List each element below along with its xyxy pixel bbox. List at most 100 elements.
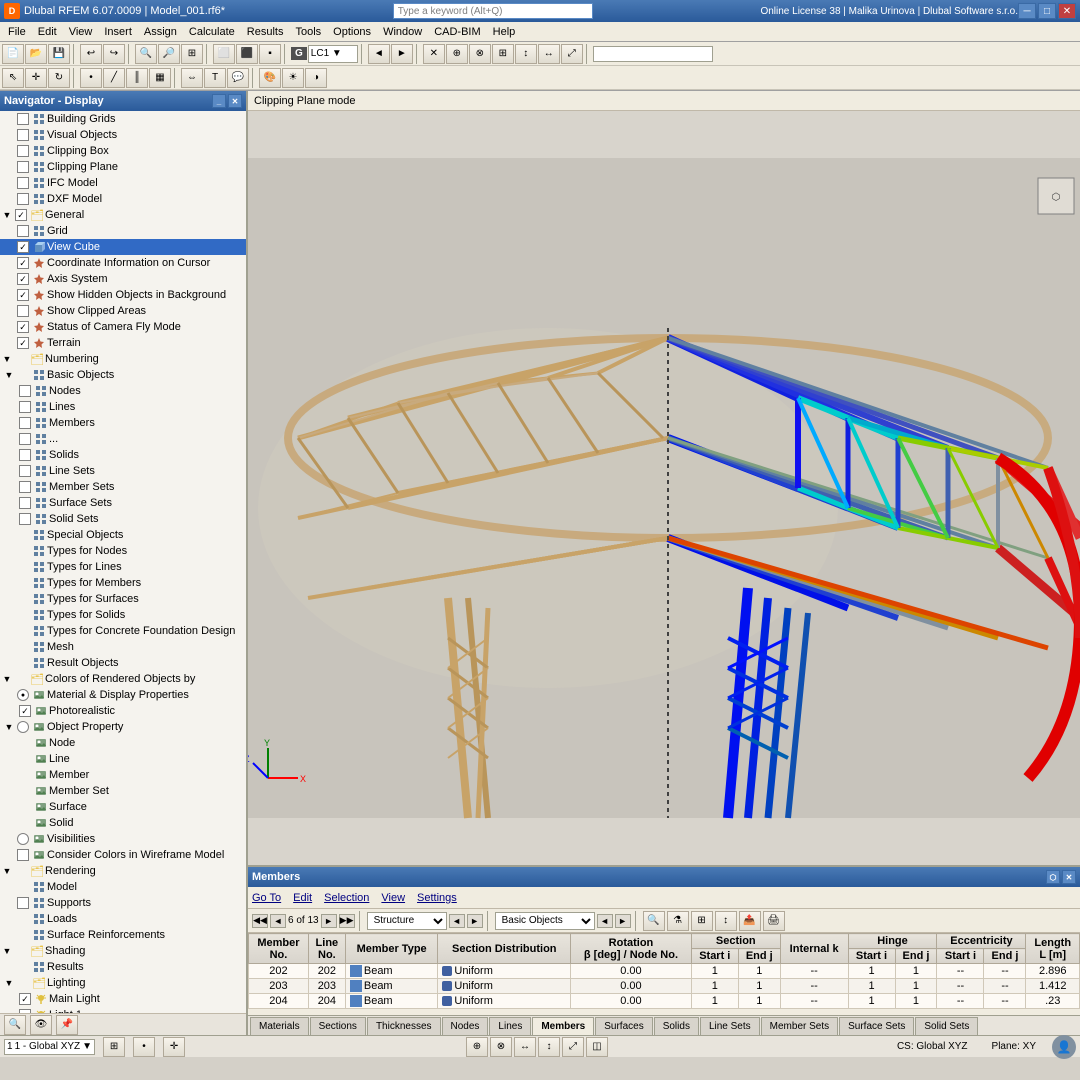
table-row[interactable]: 203203BeamUniform0.0011--11----1.412 — [249, 979, 1080, 994]
tree-item-consider-colors[interactable]: Consider Colors in Wireframe Model — [0, 847, 246, 863]
menu-item-help[interactable]: Help — [487, 25, 522, 39]
tree-item-loads[interactable]: Loads — [0, 911, 246, 927]
status-icon6[interactable]: ◫ — [586, 1037, 608, 1057]
new-button[interactable]: 📄 — [2, 44, 24, 64]
checkbox-supports[interactable] — [16, 896, 30, 910]
tree-item-surface-reinforcements[interactable]: Surface Reinforcements — [0, 927, 246, 943]
toolbar-search[interactable] — [593, 46, 713, 62]
panel-float-button[interactable]: ⬡ — [1046, 870, 1060, 884]
prev-lc-button[interactable]: ◄ — [368, 44, 390, 64]
tree-item-node[interactable]: Node — [0, 735, 246, 751]
fit-button[interactable]: ⊞ — [181, 44, 203, 64]
nav-eye-icon[interactable]: 👁 — [30, 1015, 52, 1035]
redo-button[interactable]: ↪ — [103, 44, 125, 64]
tree-toggle-colors-rendered[interactable]: ▼ — [1, 671, 13, 687]
checkbox-dxf-model[interactable] — [16, 192, 30, 206]
tab-surface-sets[interactable]: Surface Sets — [839, 1017, 914, 1035]
text-button[interactable]: T — [204, 68, 226, 88]
status-icon3[interactable]: ↔ — [514, 1037, 536, 1057]
checkbox-photorealistic[interactable] — [18, 704, 32, 718]
move-button[interactable]: ✛ — [25, 68, 47, 88]
tree-item-line-sets[interactable]: Line Sets — [0, 463, 246, 479]
btn-x4[interactable]: ⊞ — [492, 44, 514, 64]
tree-item-shading[interactable]: ▼🗂Shading — [0, 943, 246, 959]
minimize-button[interactable]: ─ — [1018, 3, 1036, 19]
tree-item-member-set[interactable]: Member Set — [0, 783, 246, 799]
obj-next-button[interactable]: ► — [615, 914, 631, 928]
surface-button[interactable]: ▦ — [149, 68, 171, 88]
tree-item-photorealistic[interactable]: Photorealistic — [0, 703, 246, 719]
tree-item-special-objects[interactable]: Special Objects — [0, 527, 246, 543]
nav-minimize-button[interactable]: _ — [212, 94, 226, 108]
tree-item-mesh[interactable]: Mesh — [0, 639, 246, 655]
checkbox-visual-objects[interactable] — [16, 128, 30, 142]
table-container[interactable]: MemberNo. LineNo. Member Type Section Di… — [248, 933, 1080, 1015]
menu-item-assign[interactable]: Assign — [138, 25, 183, 39]
checkbox-ifc-model[interactable] — [16, 176, 30, 190]
tree-item-solids[interactable]: Solids — [0, 447, 246, 463]
menu-item-tools[interactable]: Tools — [289, 25, 327, 39]
status-btn1[interactable]: ⊞ — [103, 1037, 125, 1057]
checkbox-visibilities[interactable] — [16, 832, 30, 846]
tree-toggle-numbering[interactable]: ▼ — [1, 351, 13, 367]
tree-item-grid[interactable]: Grid — [0, 223, 246, 239]
table-row[interactable]: 204204BeamUniform0.0011--11----.23 — [249, 994, 1080, 1009]
checkbox-member-sets[interactable] — [18, 480, 32, 494]
tree-toggle-basic-objects[interactable]: ▼ — [3, 367, 15, 383]
table-search-icon[interactable]: 🔍 — [643, 911, 665, 931]
tab-member-sets[interactable]: Member Sets — [761, 1017, 838, 1035]
tree-item-visual-objects[interactable]: Visual Objects — [0, 127, 246, 143]
table-export-icon[interactable]: 📤 — [739, 911, 761, 931]
view-side-button[interactable]: ▪ — [259, 44, 281, 64]
tree-item-clipping-box[interactable]: Clipping Box — [0, 143, 246, 159]
tree-item-main-light[interactable]: Main Light — [0, 991, 246, 1007]
tree-item-member-prop[interactable]: Member — [0, 767, 246, 783]
view-front-button[interactable]: ⬛ — [236, 44, 258, 64]
tree-toggle-general[interactable]: ▼ — [1, 207, 13, 223]
tab-lines[interactable]: Lines — [489, 1017, 531, 1035]
menu-item-results[interactable]: Results — [241, 25, 290, 39]
tree-toggle-rendering[interactable]: ▼ — [1, 863, 13, 879]
checkbox-clipping-plane[interactable] — [16, 160, 30, 174]
tree-item-surface-sets[interactable]: Surface Sets — [0, 495, 246, 511]
tree-item-line-prop[interactable]: Line — [0, 751, 246, 767]
tree-item-building-grids[interactable]: Building Grids — [0, 111, 246, 127]
maximize-button[interactable]: □ — [1038, 3, 1056, 19]
tree-item-coord-info[interactable]: Coordinate Information on Cursor — [0, 255, 246, 271]
tree-item-member-sets[interactable]: Member Sets — [0, 479, 246, 495]
tree-item-object-property[interactable]: ▼Object Property — [0, 719, 246, 735]
lc-dropdown[interactable]: LC1 ▼ — [308, 45, 358, 63]
checkbox-lines[interactable] — [18, 400, 32, 414]
checkbox-general[interactable] — [14, 208, 28, 222]
tree-item-types-concrete[interactable]: Types for Concrete Foundation Design — [0, 623, 246, 639]
checkbox-camera-fly[interactable] — [16, 320, 30, 334]
prev-page-button[interactable]: ◄ — [270, 914, 286, 928]
tree-item-types-lines[interactable]: Types for Lines — [0, 559, 246, 575]
render-button[interactable]: 🎨 — [259, 68, 281, 88]
tab-solid-sets[interactable]: Solid Sets — [915, 1017, 978, 1035]
menu-item-insert[interactable]: Insert — [98, 25, 138, 39]
menu-item-options[interactable]: Options — [327, 25, 377, 39]
tree-item-general[interactable]: ▼🗂General — [0, 207, 246, 223]
tree-toggle-lighting[interactable]: ▼ — [3, 975, 15, 991]
tree-item-solid-prop[interactable]: Solid — [0, 815, 246, 831]
open-button[interactable]: 📂 — [25, 44, 47, 64]
next-lc-button[interactable]: ► — [391, 44, 413, 64]
checkbox-show-clipped[interactable] — [16, 304, 30, 318]
checkbox-terrain[interactable] — [16, 336, 30, 350]
filter-prev-button[interactable]: ◄ — [449, 914, 465, 928]
checkbox-consider-colors[interactable] — [16, 848, 30, 862]
table-sort-icon[interactable]: ↕ — [715, 911, 737, 931]
checkbox-item021[interactable] — [18, 432, 32, 446]
tab-materials[interactable]: Materials — [250, 1017, 309, 1035]
object-type-dropdown[interactable]: Basic Objects — [495, 912, 595, 930]
tab-surfaces[interactable]: Surfaces — [595, 1017, 652, 1035]
status-btn3[interactable]: ✛ — [163, 1037, 185, 1057]
tree-item-visibilities[interactable]: Visibilities — [0, 831, 246, 847]
menu-item-cad-bim[interactable]: CAD-BIM — [428, 25, 486, 39]
checkbox-material-display[interactable] — [16, 688, 30, 702]
btn-x1[interactable]: ✕ — [423, 44, 445, 64]
member-button[interactable]: ║ — [126, 68, 148, 88]
checkbox-view-cube[interactable] — [16, 240, 30, 254]
table-columns-icon[interactable]: ⊞ — [691, 911, 713, 931]
